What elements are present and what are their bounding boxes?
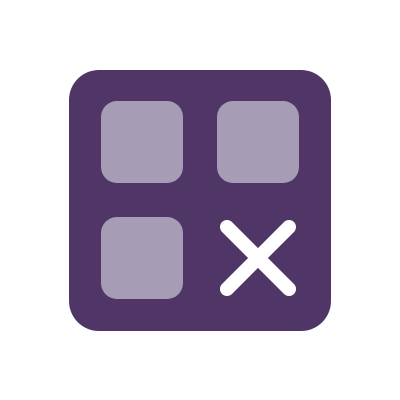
canvas <box>0 0 400 400</box>
tile-top-left <box>101 101 183 183</box>
tile-bottom-left <box>101 217 183 299</box>
close-icon <box>217 217 299 299</box>
tile-top-right <box>217 101 299 183</box>
grid-remove-app-icon <box>69 70 331 331</box>
